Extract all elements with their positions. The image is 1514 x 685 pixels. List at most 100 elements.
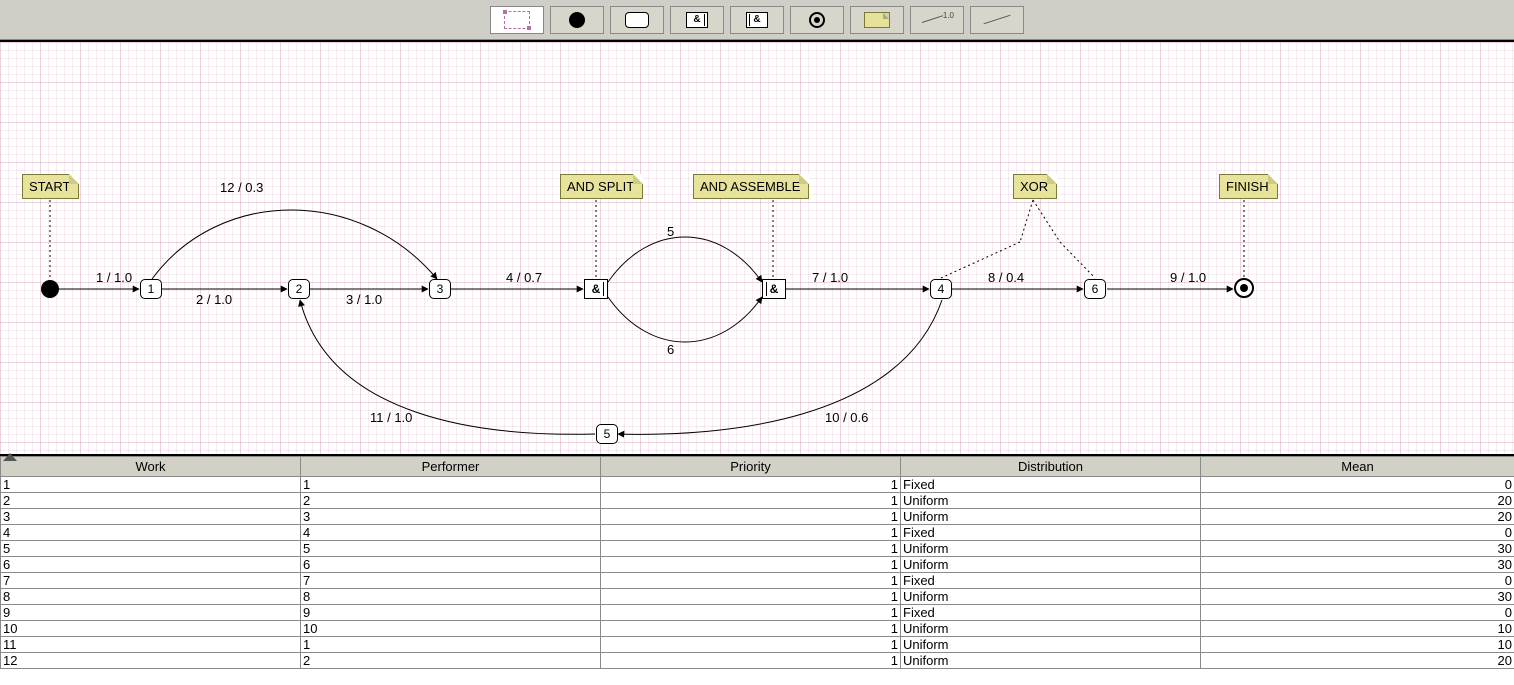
diagram-canvas[interactable]: START AND SPLIT AND ASSEMBLE XOR FINISH … (0, 40, 1514, 456)
cell-distribution[interactable]: Uniform (901, 637, 1201, 653)
cell-mean[interactable]: 0 (1201, 605, 1514, 621)
cell-work[interactable]: 9 (1, 605, 301, 621)
cell-priority[interactable]: 1 (601, 637, 901, 653)
cell-distribution[interactable]: Fixed (901, 477, 1201, 493)
cell-priority[interactable]: 1 (601, 589, 901, 605)
cell-mean[interactable]: 0 (1201, 525, 1514, 541)
cell-mean[interactable]: 20 (1201, 653, 1514, 669)
cell-priority[interactable]: 1 (601, 605, 901, 621)
note-and-split[interactable]: AND SPLIT (560, 174, 643, 199)
cell-work[interactable]: 7 (1, 573, 301, 589)
cell-mean[interactable]: 20 (1201, 509, 1514, 525)
cell-priority[interactable]: 1 (601, 573, 901, 589)
cell-mean[interactable]: 10 (1201, 621, 1514, 637)
line-tool-button[interactable] (970, 6, 1024, 34)
cell-mean[interactable]: 0 (1201, 477, 1514, 493)
cell-performer[interactable]: 2 (301, 493, 601, 509)
table-row[interactable]: 331Uniform20 (1, 509, 1514, 525)
and-split-gate[interactable]: & (584, 279, 608, 299)
table-row[interactable]: 221Uniform20 (1, 493, 1514, 509)
cell-priority[interactable]: 1 (601, 509, 901, 525)
cell-performer[interactable]: 9 (301, 605, 601, 621)
activity-6[interactable]: 6 (1084, 279, 1106, 299)
note-tool-button[interactable] (850, 6, 904, 34)
cell-distribution[interactable]: Uniform (901, 589, 1201, 605)
cell-work[interactable]: 1 (1, 477, 301, 493)
start-node[interactable] (41, 280, 59, 298)
cell-distribution[interactable]: Uniform (901, 653, 1201, 669)
cell-mean[interactable]: 10 (1201, 637, 1514, 653)
table-row[interactable]: 441Fixed0 (1, 525, 1514, 541)
finish-node[interactable] (1234, 278, 1254, 298)
col-priority[interactable]: Priority (601, 457, 901, 477)
cell-mean[interactable]: 20 (1201, 493, 1514, 509)
table-row[interactable]: 1111Uniform10 (1, 637, 1514, 653)
note-and-assemble[interactable]: AND ASSEMBLE (693, 174, 809, 199)
cell-performer[interactable]: 7 (301, 573, 601, 589)
cell-work[interactable]: 8 (1, 589, 301, 605)
cell-distribution[interactable]: Fixed (901, 573, 1201, 589)
labeled-edge-tool-button[interactable] (910, 6, 964, 34)
activity-3[interactable]: 3 (429, 279, 451, 299)
cell-work[interactable]: 10 (1, 621, 301, 637)
cell-work[interactable]: 2 (1, 493, 301, 509)
table-row[interactable]: 661Uniform30 (1, 557, 1514, 573)
cell-performer[interactable]: 4 (301, 525, 601, 541)
cell-work[interactable]: 12 (1, 653, 301, 669)
table-row[interactable]: 1221Uniform20 (1, 653, 1514, 669)
cell-distribution[interactable]: Uniform (901, 493, 1201, 509)
activity-1[interactable]: 1 (140, 279, 162, 299)
table-row[interactable]: 771Fixed0 (1, 573, 1514, 589)
cell-priority[interactable]: 1 (601, 621, 901, 637)
activity-4[interactable]: 4 (930, 279, 952, 299)
activity-5[interactable]: 5 (596, 424, 618, 444)
cell-performer[interactable]: 10 (301, 621, 601, 637)
cell-mean[interactable]: 30 (1201, 589, 1514, 605)
and-split-tool-button[interactable]: & (670, 6, 724, 34)
cell-distribution[interactable]: Uniform (901, 621, 1201, 637)
cell-priority[interactable]: 1 (601, 477, 901, 493)
note-xor[interactable]: XOR (1013, 174, 1057, 199)
cell-priority[interactable]: 1 (601, 541, 901, 557)
cell-mean[interactable]: 0 (1201, 573, 1514, 589)
cell-performer[interactable]: 1 (301, 637, 601, 653)
selection-tool-button[interactable] (490, 6, 544, 34)
cell-distribution[interactable]: Fixed (901, 525, 1201, 541)
cell-performer[interactable]: 6 (301, 557, 601, 573)
cell-work[interactable]: 6 (1, 557, 301, 573)
table-row[interactable]: 551Uniform30 (1, 541, 1514, 557)
col-performer[interactable]: Performer (301, 457, 601, 477)
table-row[interactable]: 991Fixed0 (1, 605, 1514, 621)
activity-2[interactable]: 2 (288, 279, 310, 299)
col-work[interactable]: Work (1, 457, 301, 477)
cell-priority[interactable]: 1 (601, 653, 901, 669)
cell-work[interactable]: 3 (1, 509, 301, 525)
cell-distribution[interactable]: Uniform (901, 541, 1201, 557)
cell-performer[interactable]: 3 (301, 509, 601, 525)
table-row[interactable]: 10101Uniform10 (1, 621, 1514, 637)
end-node-tool-button[interactable] (790, 6, 844, 34)
cell-performer[interactable]: 8 (301, 589, 601, 605)
note-start[interactable]: START (22, 174, 79, 199)
cell-performer[interactable]: 2 (301, 653, 601, 669)
and-assemble-gate[interactable]: & (762, 279, 786, 299)
activity-tool-button[interactable] (610, 6, 664, 34)
cell-distribution[interactable]: Uniform (901, 509, 1201, 525)
cell-priority[interactable]: 1 (601, 493, 901, 509)
properties-table[interactable]: Work Performer Priority Distribution Mea… (0, 456, 1514, 669)
cell-priority[interactable]: 1 (601, 525, 901, 541)
start-node-tool-button[interactable] (550, 6, 604, 34)
cell-mean[interactable]: 30 (1201, 557, 1514, 573)
note-finish[interactable]: FINISH (1219, 174, 1278, 199)
cell-performer[interactable]: 1 (301, 477, 601, 493)
cell-work[interactable]: 5 (1, 541, 301, 557)
cell-distribution[interactable]: Fixed (901, 605, 1201, 621)
table-row[interactable]: 881Uniform30 (1, 589, 1514, 605)
col-distribution[interactable]: Distribution (901, 457, 1201, 477)
cell-mean[interactable]: 30 (1201, 541, 1514, 557)
and-assemble-tool-button[interactable]: & (730, 6, 784, 34)
cell-work[interactable]: 11 (1, 637, 301, 653)
col-mean[interactable]: Mean (1201, 457, 1514, 477)
cell-distribution[interactable]: Uniform (901, 557, 1201, 573)
table-row[interactable]: 111Fixed0 (1, 477, 1514, 493)
